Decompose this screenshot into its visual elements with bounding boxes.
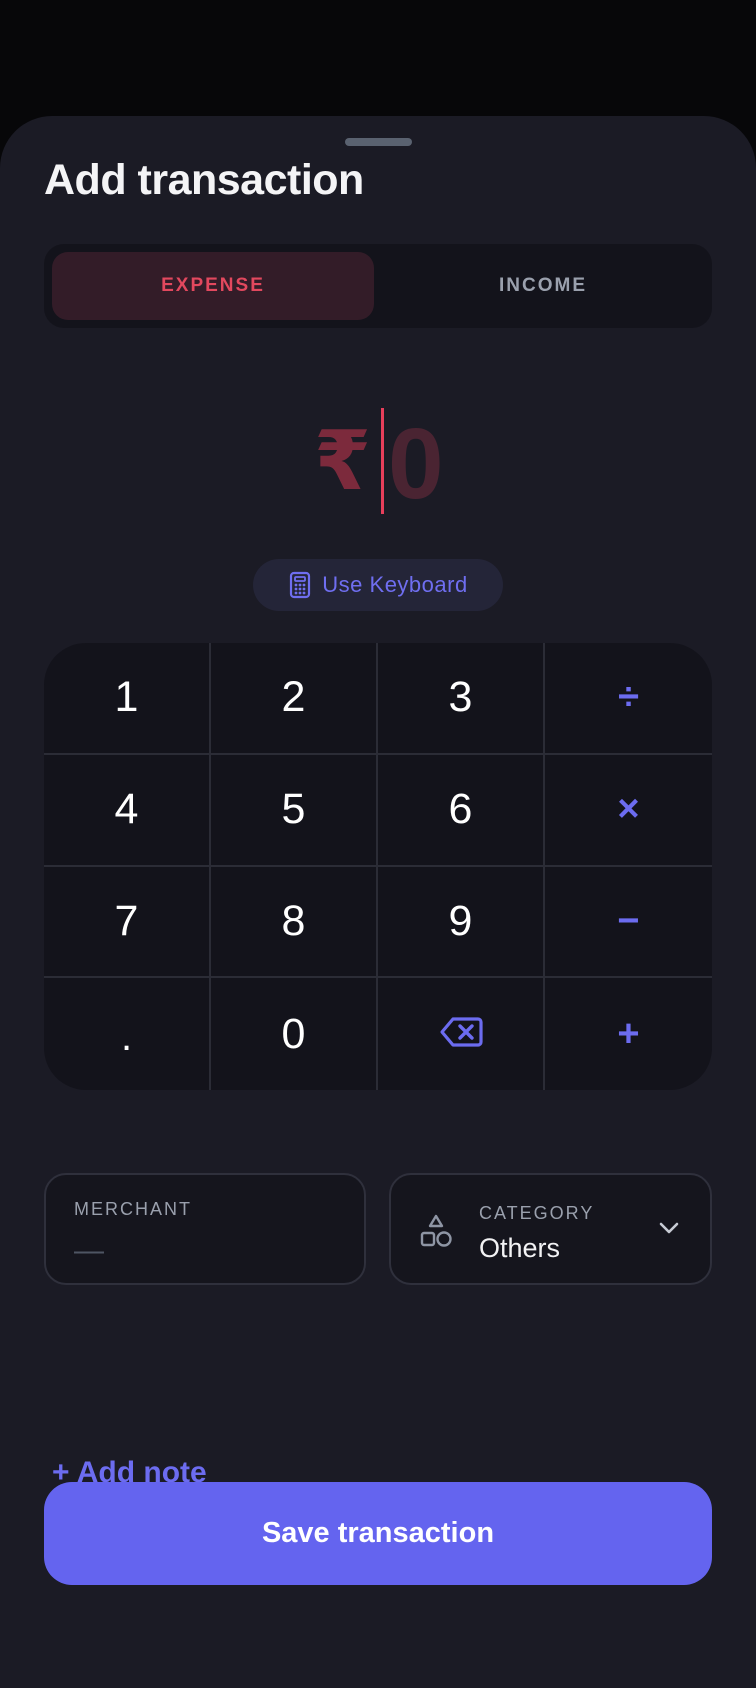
category-label: CATEGORY: [479, 1203, 595, 1223]
key-3[interactable]: 3: [378, 643, 545, 755]
key-7[interactable]: 7: [44, 866, 211, 979]
category-select[interactable]: CATEGORY Others: [389, 1173, 712, 1285]
sheet-drag-handle[interactable]: [345, 138, 412, 146]
bottom-sheet: Add transaction EXPENSE INCOME ₹ 0 Use K…: [0, 116, 756, 1688]
key-4[interactable]: 4: [44, 754, 211, 867]
save-transaction-button[interactable]: Save transaction: [44, 1482, 712, 1585]
calculator-icon: [288, 571, 312, 599]
category-value: Others: [479, 1233, 561, 1263]
backspace-icon: [439, 1010, 483, 1059]
use-keyboard-button[interactable]: Use Keyboard: [253, 559, 503, 611]
key-5[interactable]: 5: [211, 754, 378, 867]
key-decimal[interactable]: .: [44, 978, 211, 1090]
expense-tab[interactable]: EXPENSE: [52, 252, 374, 320]
chevron-down-icon: [658, 1221, 680, 1240]
key-1[interactable]: 1: [44, 643, 211, 755]
sheet-title: Add transaction: [44, 156, 364, 204]
key-plus[interactable]: +: [545, 978, 712, 1090]
merchant-label: MERCHANT: [74, 1199, 192, 1219]
transaction-type-toggle: EXPENSE INCOME: [44, 244, 712, 328]
key-2[interactable]: 2: [211, 643, 378, 755]
merchant-input[interactable]: [74, 1233, 334, 1269]
amount-display[interactable]: ₹ 0: [0, 396, 756, 516]
key-divide[interactable]: ÷: [545, 643, 712, 755]
text-cursor: [381, 408, 384, 514]
currency-symbol: ₹: [314, 416, 372, 507]
key-9[interactable]: 9: [378, 866, 545, 979]
income-tab[interactable]: INCOME: [382, 252, 704, 320]
use-keyboard-label: Use Keyboard: [322, 572, 468, 597]
key-backspace[interactable]: [378, 978, 545, 1090]
key-8[interactable]: 8: [211, 866, 378, 979]
merchant-field[interactable]: MERCHANT: [44, 1173, 366, 1285]
key-6[interactable]: 6: [378, 754, 545, 867]
number-keypad: 1 2 3 ÷ 4 5 6 × 7 8 9 − . 0 +: [44, 643, 712, 1090]
shapes-icon: [419, 1213, 453, 1254]
key-multiply[interactable]: ×: [545, 755, 712, 867]
key-minus[interactable]: −: [545, 867, 712, 979]
amount-value: 0: [388, 408, 444, 520]
key-0[interactable]: 0: [211, 978, 378, 1090]
